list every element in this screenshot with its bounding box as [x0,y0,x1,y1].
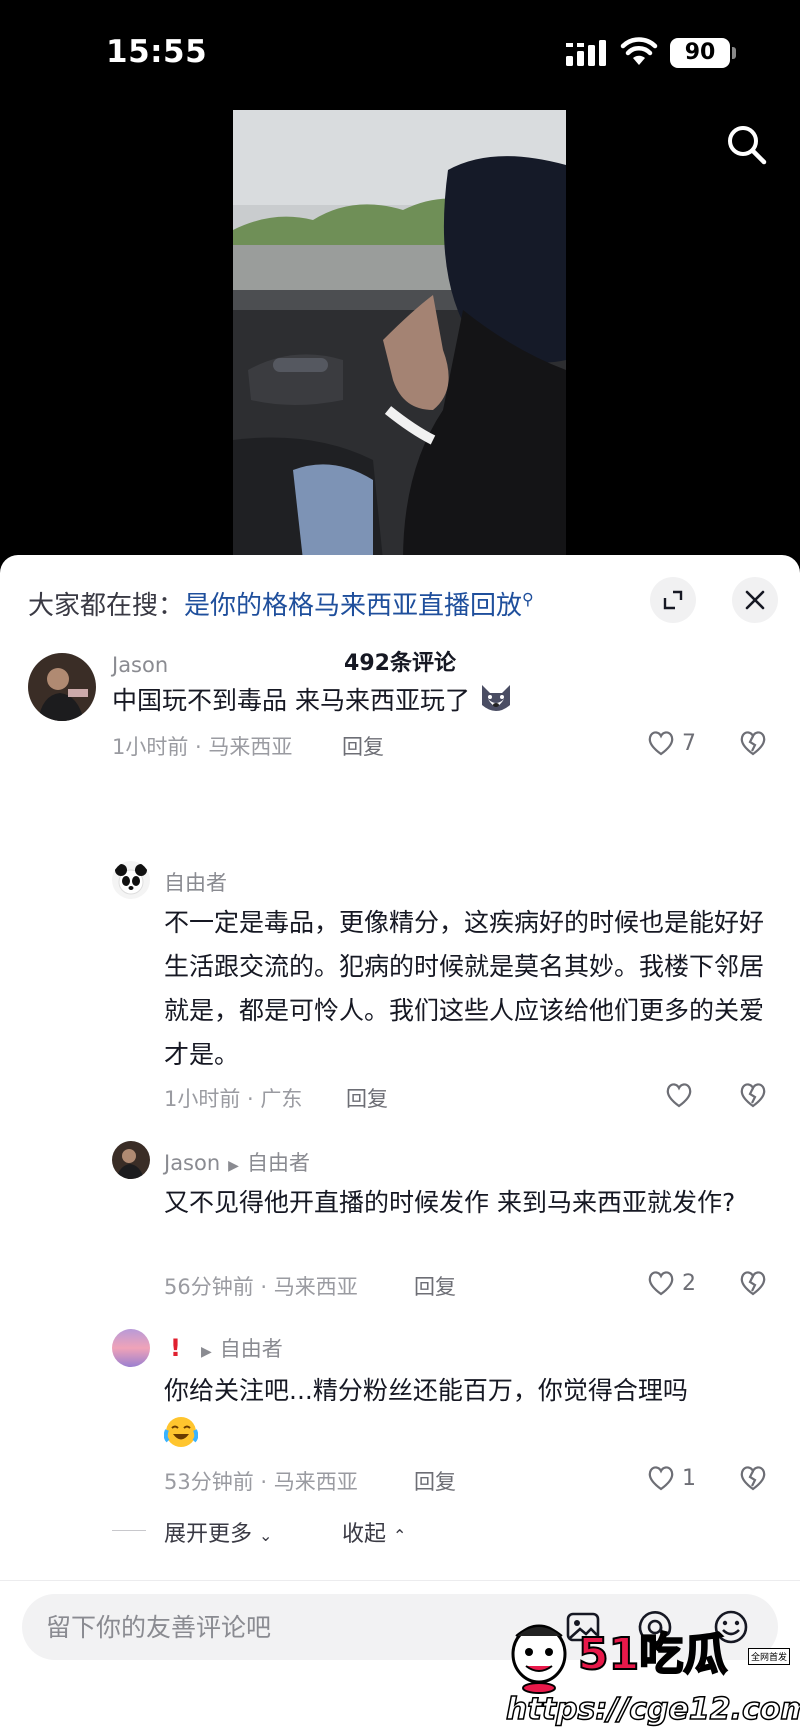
reply-arrow-icon: ▶ [228,1158,239,1174]
small-search-icon: ⚲ [522,589,534,609]
avatar[interactable] [112,861,150,899]
comment-username[interactable]: 自由者 [164,867,227,897]
search-suggestion[interactable]: 大家都在搜：是你的格格马来西亚直播回放⚲ [28,585,534,622]
crying-laughing-emoji [163,1417,199,1447]
heart-icon [648,731,674,756]
close-button[interactable] [732,577,778,623]
comment-username[interactable]: Jason ▶ 自由者 [164,1147,310,1177]
reply-button[interactable]: 回复 [346,1083,388,1113]
expand-more-button[interactable]: 展开更多 ⌄ [164,1516,272,1548]
comment-meta: 1小时前 · 马来西亚 [112,735,293,759]
status-bar: 15:55 90 [0,0,800,100]
like-button[interactable]: 1 [646,1464,696,1492]
reply-arrow-icon: ▶ [200,1344,212,1360]
search-suggestion-keyword[interactable]: 是你的格格马来西亚直播回放 [184,591,522,621]
husky-dog-emoji [481,685,510,711]
expand-more-label: 展开更多 [164,1522,253,1547]
battery-cap [732,47,736,59]
reply-button[interactable]: 回复 [342,731,384,761]
like-count: 7 [682,730,696,756]
heart-icon [648,1271,674,1296]
expand-icon [663,590,683,610]
expand-button[interactable] [650,577,696,623]
collapse-label: 收起 [342,1522,387,1547]
comment-text-content: 你给关注吧...精分粉丝还能百万，你觉得合理吗 [164,1376,688,1405]
comment-text: 中国玩不到毒品 来马来西亚玩了 [112,679,752,723]
watermark: 51吃瓜 全网首发 https://cge12.com [500,1610,800,1735]
close-icon [745,590,765,610]
reply-target[interactable]: 自由者 [220,1337,283,1361]
heart-icon [648,1466,674,1491]
avatar[interactable] [112,1329,150,1367]
comment-meta: 56分钟前 · 马来西亚 [164,1275,358,1299]
video-player[interactable] [0,100,800,560]
chevron-down-icon: ⌄ [259,1526,273,1545]
like-button[interactable]: 7 [646,729,696,757]
like-button[interactable]: 2 [646,1269,696,1297]
like-button[interactable] [664,1081,694,1109]
chevron-up-icon: ⌃ [393,1526,407,1545]
status-time: 15:55 [106,34,208,70]
dislike-icon[interactable] [738,1081,768,1109]
like-count: 2 [682,1270,696,1296]
dislike-icon[interactable] [738,729,768,757]
cellular-signal-icon [566,40,606,66]
watermelon-mascot-logo [511,1624,567,1694]
battery-indicator: 90 [670,38,730,68]
avatar[interactable] [28,653,96,721]
like-count: 1 [682,1465,696,1491]
comment-text: 你给关注吧...精分粉丝还能百万，你觉得合理吗 [163,1369,768,1457]
reply-target[interactable]: 自由者 [247,1151,310,1175]
watermark-badge: 全网首发 [748,1648,791,1665]
dislike-icon[interactable] [738,1269,768,1297]
comment-meta: 53分钟前 · 马来西亚 [164,1470,358,1494]
reply-author[interactable]: Jason [164,1151,220,1175]
reply-author[interactable]: ! [170,1334,181,1362]
comment-input[interactable] [46,1606,526,1648]
input-divider [0,1580,800,1581]
comment-username[interactable]: ! ▶ 自由者 [170,1333,283,1363]
heart-icon [666,1083,692,1108]
comment-meta: 1小时前 · 广东 [164,1087,303,1111]
comment-sheet: 大家都在搜：是你的格格马来西亚直播回放⚲ 492条评论 Jason 中国玩不到毒… [0,555,800,1735]
video-thumbnail[interactable] [233,110,566,560]
watermark-url: https://cge12.com [505,1691,800,1728]
comment-text: 又不见得他开直播的时候发作 来到马来西亚就发作? [164,1188,736,1217]
comment-username[interactable]: Jason [112,653,168,677]
comment-text-content: 中国玩不到毒品 来马来西亚玩了 [112,686,470,715]
search-suggestion-prefix: 大家都在搜： [28,591,185,621]
thread-divider [112,1530,146,1531]
avatar[interactable] [112,1141,150,1179]
watermark-title: 51吃瓜 [577,1628,728,1681]
reply-button[interactable]: 回复 [414,1271,456,1301]
comment-text: 不一定是毒品，更像精分，这疾病好的时候也是能好好生活跟交流的。犯病的时候就是莫名… [164,908,765,1069]
search-icon[interactable] [722,120,772,170]
reply-button[interactable]: 回复 [414,1466,456,1496]
collapse-button[interactable]: 收起 ⌃ [342,1516,406,1548]
dislike-icon[interactable] [738,1464,768,1492]
wifi-icon [620,37,658,65]
